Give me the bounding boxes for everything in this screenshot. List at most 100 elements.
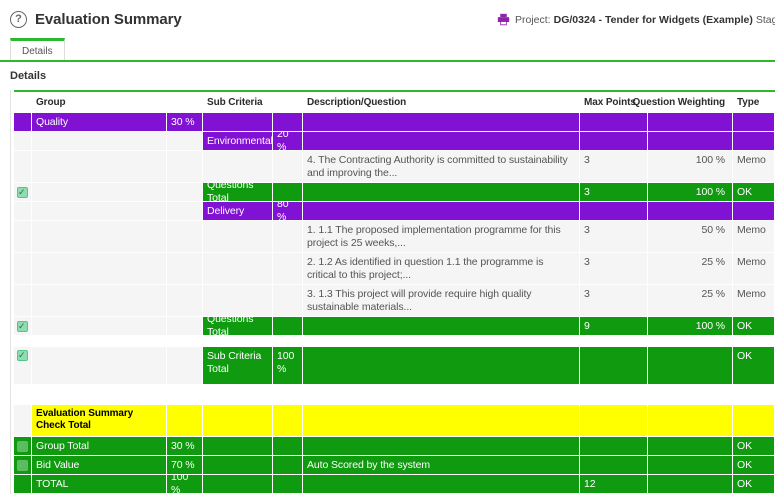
cell-max-points	[580, 405, 648, 436]
cell-text: OK	[737, 350, 752, 363]
checked-checkbox-icon: ✓	[17, 441, 28, 452]
project-stage-info: Project: DG/0324 - Tender for Widgets (E…	[497, 13, 775, 26]
cell-group-pct	[167, 405, 203, 436]
tab-details[interactable]: Details	[10, 38, 65, 60]
table-row-questions-total: ✓Questions Total3100 %OK	[14, 183, 775, 202]
cell-group-pct: 30 %	[167, 113, 203, 131]
cell-checkbox	[14, 285, 32, 316]
cell-group-label	[32, 253, 167, 284]
cell-text: Memo	[737, 224, 766, 237]
table-row-sub-criteria-total: ✓Sub Criteria Total100 %OK	[14, 347, 775, 385]
header-sub-pct	[273, 92, 303, 112]
table-header-row: Group Sub Criteria Description/Question …	[14, 92, 775, 113]
cell-text: 3	[584, 154, 590, 167]
cell-subcriteria-pct	[273, 456, 303, 474]
cell-group-label	[32, 183, 167, 201]
cell-type	[733, 202, 775, 220]
cell-checkbox: ✓	[14, 347, 32, 384]
cell-subcriteria-pct	[273, 221, 303, 252]
cell-group-label	[32, 285, 167, 316]
cell-checkbox: ✓	[14, 317, 32, 335]
cell-description: 4. The Contracting Authority is committe…	[303, 151, 580, 182]
checked-checkbox-icon: ✓	[17, 321, 28, 332]
cell-subcriteria-label: Delivery	[203, 202, 273, 220]
cell-max-points: 3	[580, 221, 648, 252]
cell-subcriteria-pct	[273, 253, 303, 284]
cell-description	[303, 183, 580, 201]
cell-question-weighting: 100 %	[648, 183, 733, 201]
cell-text: Questions Total	[207, 317, 268, 335]
cell-text: Bid Value	[36, 459, 79, 472]
cell-description	[303, 437, 580, 455]
cell-question-weighting	[648, 113, 733, 131]
table-row-total: TOTAL100 %12OK	[14, 475, 775, 494]
cell-group-label	[32, 347, 167, 384]
header-type: Type	[733, 92, 775, 112]
cell-group-pct: 100 %	[167, 475, 203, 493]
cell-subcriteria-label	[203, 475, 273, 493]
cell-text: 100 %	[696, 320, 725, 333]
cell-group-pct	[167, 285, 203, 316]
header-group-pct	[167, 92, 203, 112]
section-title: Details	[0, 62, 775, 90]
cell-text: 3. 1.3 This project will provide require…	[307, 288, 575, 314]
cell-question-weighting: 25 %	[648, 285, 733, 316]
cell-group-pct	[167, 132, 203, 150]
cell-description: Auto Scored by the system	[303, 456, 580, 474]
cell-type: OK	[733, 456, 775, 474]
cell-subcriteria-pct	[273, 151, 303, 182]
cell-max-points	[580, 132, 648, 150]
cell-type	[733, 405, 775, 436]
cell-question-weighting	[648, 456, 733, 474]
table-row-questions-total: ✓Questions Total9100 %OK	[14, 317, 775, 336]
spacer-row	[14, 385, 775, 405]
stage-label: Stage:	[756, 14, 775, 26]
checked-checkbox-icon: ✓	[17, 460, 28, 471]
cell-question-weighting	[648, 132, 733, 150]
cell-text: 100 %	[277, 350, 298, 376]
cell-description	[303, 132, 580, 150]
cell-description: 1. 1.1 The proposed implementation progr…	[303, 221, 580, 252]
cell-text: Memo	[737, 256, 766, 269]
cell-subcriteria-label: Questions Total	[203, 317, 273, 335]
cell-text: 100 %	[171, 475, 198, 493]
cell-type: OK	[733, 437, 775, 455]
printer-icon[interactable]	[497, 13, 510, 26]
cell-checkbox	[14, 113, 32, 131]
cell-text: Environmental	[207, 135, 273, 148]
cell-checkbox	[14, 151, 32, 182]
cell-description	[303, 347, 580, 384]
cell-group-label: Group Total	[32, 437, 167, 455]
cell-question-weighting: 50 %	[648, 221, 733, 252]
cell-max-points	[580, 202, 648, 220]
cell-question-weighting: 25 %	[648, 253, 733, 284]
cell-subcriteria-label	[203, 221, 273, 252]
cell-question-weighting: 100 %	[648, 151, 733, 182]
cell-max-points	[580, 437, 648, 455]
cell-text: 100 %	[696, 186, 725, 199]
cell-subcriteria-label: Environmental	[203, 132, 273, 150]
cell-subcriteria-pct: 20 %	[273, 132, 303, 150]
cell-type: Memo	[733, 221, 775, 252]
cell-text: Memo	[737, 288, 766, 301]
cell-checkbox	[14, 475, 32, 493]
cell-group-pct	[167, 221, 203, 252]
cell-text: OK	[737, 478, 752, 491]
cell-group-pct: 70 %	[167, 456, 203, 474]
table-row-2-1-2-as-identified-in-q: 2. 1.2 As identified in question 1.1 the…	[14, 253, 775, 285]
help-icon[interactable]: ?	[10, 11, 27, 28]
cell-text: 30 %	[171, 440, 195, 453]
cell-text: 50 %	[701, 224, 725, 237]
table-row-bid-value: ✓ Bid Value 70 % Auto Scored by the system O…	[14, 456, 775, 475]
cell-text: Delivery	[207, 205, 244, 218]
cell-text: TOTAL	[36, 478, 68, 491]
cell-max-points: 3	[580, 151, 648, 182]
cell-text: 1. 1.1 The proposed implementation progr…	[307, 224, 575, 250]
cell-text: 3	[584, 288, 590, 301]
cell-text: 9	[584, 320, 590, 333]
cell-max-points	[580, 347, 648, 384]
cell-checkbox: ✓	[14, 456, 32, 474]
cell-subcriteria-pct: 100 %	[273, 347, 303, 384]
cell-question-weighting	[648, 405, 733, 436]
cell-group-pct	[167, 317, 203, 335]
